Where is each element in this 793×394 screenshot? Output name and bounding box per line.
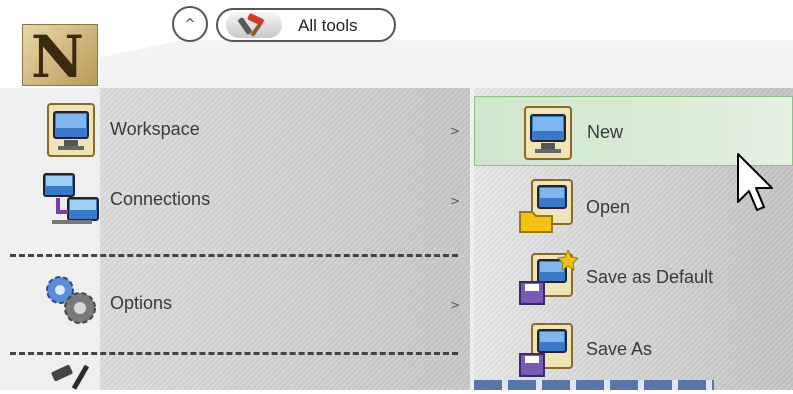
menu-item-options[interactable]: Options > [0, 264, 470, 334]
chevron-up-icon: ^ [184, 16, 196, 32]
submenu-item-label: Save as Default [586, 267, 714, 287]
menu-item-partial[interactable] [0, 364, 470, 390]
menu-item-label: Workspace [110, 119, 200, 139]
mouse-cursor-icon [736, 152, 776, 218]
menu-item-label: Connections [110, 189, 211, 209]
submenu-item-save-as-default[interactable]: Save as Default [474, 242, 793, 312]
all-tools-label: All tools [298, 16, 358, 35]
app-logo[interactable]: N [22, 23, 98, 91]
chevron-right-icon: > [450, 194, 461, 208]
network-computers-icon [40, 172, 102, 228]
menu-separator [10, 254, 458, 257]
monitor-document-icon [519, 105, 579, 161]
main-menu: Workspace > Connections > Options > [0, 88, 470, 390]
monitor-document-icon [40, 102, 102, 158]
menu-separator [10, 352, 458, 355]
monitor-save-icon [518, 322, 578, 378]
menu-item-workspace[interactable]: Workspace > [0, 94, 470, 164]
workspace-submenu: New Open Save as Default Save As [474, 88, 793, 390]
monitor-folder-icon [518, 178, 578, 234]
gears-icon [40, 272, 102, 328]
tools-icon [226, 12, 282, 38]
submenu-item-save-as[interactable]: Save As [474, 314, 793, 384]
chevron-right-icon: > [450, 298, 461, 312]
menu-item-label: Options [110, 293, 173, 313]
monitor-save-star-icon [518, 248, 580, 306]
submenu-item-label: Save As [586, 339, 653, 359]
submenu-item-label: New [587, 122, 624, 142]
all-tools-button[interactable]: All tools [216, 8, 396, 42]
taskbar-fragment [474, 380, 714, 390]
collapse-button[interactable]: ^ [172, 6, 208, 42]
chevron-right-icon: > [450, 124, 461, 138]
hammer-icon [38, 364, 98, 390]
submenu-item-label: Open [586, 197, 631, 217]
app-logo-letter: N [31, 23, 84, 91]
menu-item-connections[interactable]: Connections > [0, 164, 470, 234]
